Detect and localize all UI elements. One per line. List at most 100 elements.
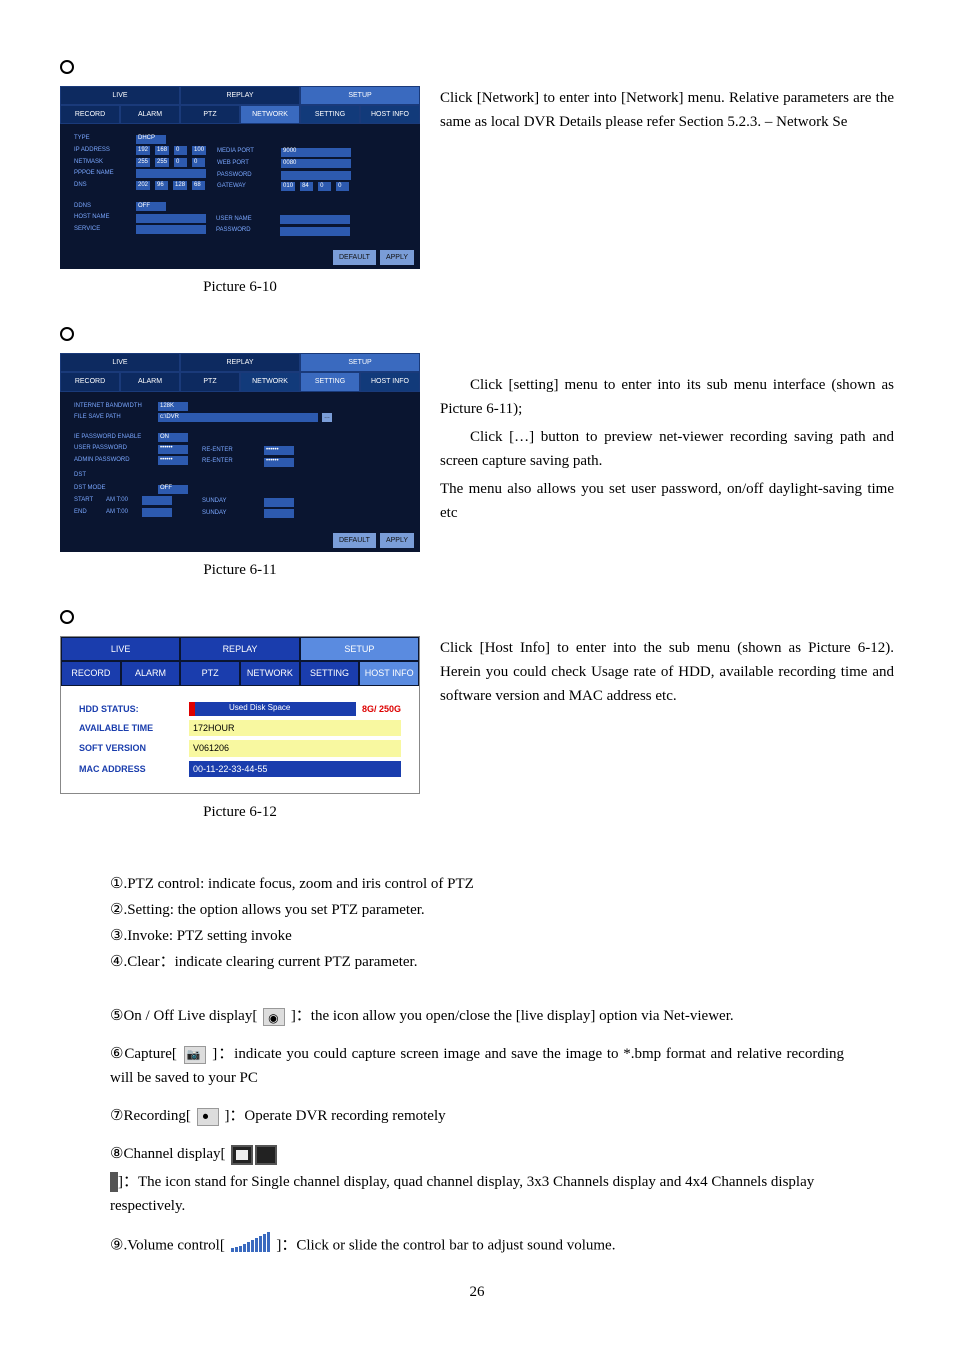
subtab-network[interactable]: NETWORK [240, 372, 300, 391]
mask-seg[interactable]: 255 [155, 158, 170, 167]
desc-6-11-1: Click [setting] menu to enter into its s… [440, 373, 894, 421]
input-end-day[interactable] [264, 509, 294, 518]
hdd-total: 8G/ 250G [362, 702, 401, 716]
input-start[interactable] [142, 496, 172, 505]
input-end[interactable] [142, 508, 172, 517]
bullet-marker [60, 327, 74, 341]
apply-button[interactable]: APPLY [380, 533, 414, 548]
mask-seg[interactable]: 0 [174, 158, 188, 167]
tab-live[interactable]: LIVE [60, 86, 180, 105]
tab-replay[interactable]: REPLAY [180, 86, 300, 105]
subtab-alarm[interactable]: ALARM [121, 661, 181, 685]
tab-setup[interactable]: SETUP [300, 86, 420, 105]
tab-live[interactable]: LIVE [61, 637, 180, 661]
default-button[interactable]: DEFAULT [333, 250, 376, 265]
tab-live[interactable]: LIVE [60, 353, 180, 372]
dns-seg[interactable]: 68 [192, 181, 206, 190]
mask-seg[interactable]: 255 [136, 158, 151, 167]
apply-button[interactable]: APPLY [380, 250, 414, 265]
input-start-day[interactable] [264, 498, 294, 507]
gw-seg[interactable]: 84 [300, 182, 314, 191]
input-user[interactable] [280, 215, 350, 224]
note6-a: ⑥Capture[ [110, 1046, 177, 1062]
page-number: 26 [60, 1280, 894, 1304]
label-bw: INTERNET BANDWIDTH [74, 402, 154, 412]
input-pppoe[interactable] [136, 169, 206, 178]
input-apw[interactable]: •••••• [158, 456, 188, 465]
grid-1-icon [231, 1145, 253, 1165]
ip-seg[interactable]: 192 [136, 146, 151, 155]
input-pw[interactable] [281, 171, 351, 180]
note8-b: ]：The icon stand for Single channel disp… [110, 1174, 814, 1214]
subtab-hostinfo[interactable]: HOST INFO [360, 105, 420, 124]
browse-button[interactable]: … [322, 413, 332, 422]
desc-6-11: Click [setting] menu to enter into its s… [440, 353, 894, 529]
subtab-ptz[interactable]: PTZ [180, 661, 240, 685]
gw-seg[interactable]: 0 [318, 182, 332, 191]
ip-seg[interactable]: 168 [155, 146, 170, 155]
label-re1: RE-ENTER [202, 446, 260, 456]
input-re2[interactable]: •••••• [264, 458, 294, 467]
screenshot-6-10: LIVE REPLAY SETUP RECORD ALARM PTZ NETWO… [60, 86, 420, 269]
subtab-setting[interactable]: SETTING [300, 105, 360, 124]
sub-tabs: RECORD ALARM PTZ NETWORK SETTING HOST IN… [60, 105, 420, 124]
dns-seg[interactable]: 96 [155, 181, 169, 190]
input-service[interactable] [136, 225, 206, 234]
label-type: TYPE [74, 134, 132, 144]
tab-replay[interactable]: REPLAY [180, 353, 300, 372]
volume-icon [231, 1232, 271, 1260]
gw-seg[interactable]: 0 [336, 182, 350, 191]
subtab-network[interactable]: NETWORK [240, 661, 300, 685]
list-4: ④.Clear：indicate clearing current PTZ pa… [110, 950, 894, 974]
tab-setup[interactable]: SETUP [300, 353, 420, 372]
tab-replay[interactable]: REPLAY [180, 637, 299, 661]
default-button[interactable]: DEFAULT [333, 533, 376, 548]
input-ddns[interactable]: OFF [136, 202, 166, 211]
caption-6-12: Picture 6-12 [60, 800, 420, 824]
input-type[interactable]: DHCP [136, 135, 166, 144]
subtab-hostinfo[interactable]: HOST INFO [360, 372, 420, 391]
gw-seg[interactable]: 010 [281, 182, 296, 191]
mask-seg[interactable]: 0 [192, 158, 206, 167]
list-1: ①.PTZ control: indicate focus, zoom and … [110, 872, 894, 896]
label-pw2: PASSWORD [216, 226, 276, 236]
input-pwen[interactable]: ON [158, 433, 188, 442]
tab-setup[interactable]: SETUP [300, 637, 419, 661]
input-upw[interactable]: •••••• [158, 445, 188, 454]
label-ver: SOFT VERSION [79, 741, 189, 755]
input-pw2[interactable] [280, 227, 350, 236]
label-mac: MAC ADDRESS [79, 762, 189, 776]
dns-seg[interactable]: 202 [136, 181, 151, 190]
subtab-record[interactable]: RECORD [61, 661, 121, 685]
label-hdd: HDD STATUS: [79, 702, 189, 716]
subtab-record[interactable]: RECORD [60, 105, 120, 124]
network-body: TYPEDHCP IP ADDRESS 1921680100 NETMASK 2… [60, 124, 420, 246]
input-host[interactable] [136, 214, 206, 223]
subtab-alarm[interactable]: ALARM [120, 372, 180, 391]
hdd-bar: Used Disk Space [189, 702, 356, 716]
input-dstmode[interactable]: OFF [158, 485, 188, 494]
section-hostinfo: LIVE REPLAY SETUP RECORD ALARM PTZ NETWO… [60, 636, 894, 842]
label-end-ampm: AM T:00 [106, 508, 138, 518]
ip-seg[interactable]: 100 [192, 146, 207, 155]
subtab-network[interactable]: NETWORK [240, 105, 300, 124]
ip-seg[interactable]: 0 [174, 146, 188, 155]
input-media[interactable]: 9000 [281, 148, 351, 157]
input-web[interactable]: 0080 [281, 159, 351, 168]
subtab-hostinfo[interactable]: HOST INFO [359, 661, 419, 685]
input-re1[interactable]: •••••• [264, 446, 294, 455]
caption-6-11: Picture 6-11 [60, 558, 420, 582]
subtab-alarm[interactable]: ALARM [120, 105, 180, 124]
label-end: END [74, 508, 102, 518]
input-bw[interactable]: 128K [158, 402, 188, 411]
label-media: MEDIA PORT [217, 147, 277, 157]
subtab-ptz[interactable]: PTZ [180, 372, 240, 391]
subtab-record[interactable]: RECORD [60, 372, 120, 391]
subtab-setting[interactable]: SETTING [300, 372, 360, 391]
input-path[interactable]: c:\DVR [158, 413, 318, 422]
caption-6-10: Picture 6-10 [60, 275, 420, 299]
dns-seg[interactable]: 128 [173, 181, 188, 190]
subtab-setting[interactable]: SETTING [300, 661, 360, 685]
subtab-ptz[interactable]: PTZ [180, 105, 240, 124]
desc-6-12: Click [Host Info] to enter into the sub … [440, 636, 894, 712]
